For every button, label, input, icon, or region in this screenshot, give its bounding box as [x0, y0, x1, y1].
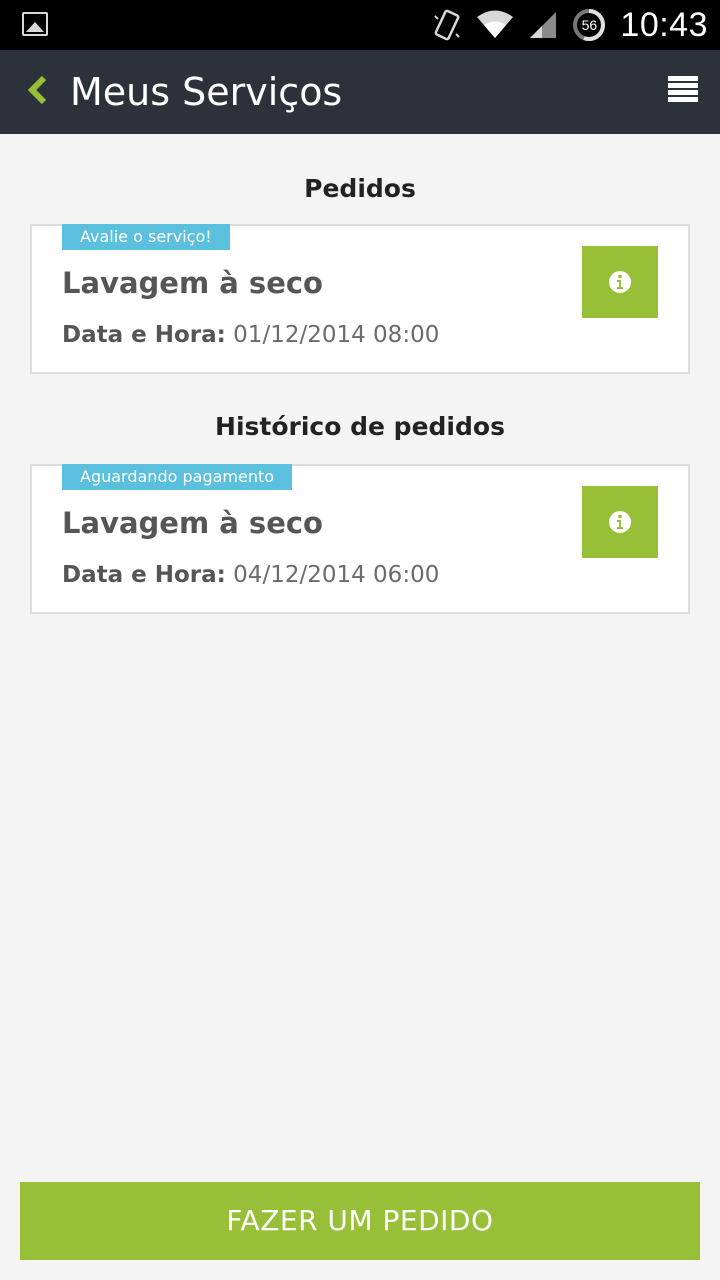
battery-icon: 56: [572, 8, 606, 42]
gallery-icon: [22, 12, 48, 36]
chevron-left-icon: [27, 75, 47, 105]
page-title: Meus Serviços: [70, 70, 343, 114]
status-badge: Avalie o serviço!: [62, 224, 230, 250]
back-button[interactable]: [18, 70, 58, 110]
make-order-button[interactable]: FAZER UM PEDIDO: [20, 1182, 700, 1260]
section-title-orders: Pedidos: [304, 174, 416, 203]
service-name: Lavagem à seco: [62, 506, 323, 540]
info-button[interactable]: [582, 486, 658, 558]
section-title-history: Histórico de pedidos: [215, 412, 505, 441]
history-card[interactable]: Aguardando pagamento Lavagem à seco Data…: [30, 464, 690, 614]
datetime-label: Data e Hora:: [62, 322, 226, 348]
battery-level: 56: [581, 17, 598, 33]
vibrate-icon: [434, 9, 461, 41]
service-name: Lavagem à seco: [62, 266, 323, 300]
signal-icon: [530, 12, 557, 38]
status-bar: 56 10:43: [0, 0, 720, 50]
datetime-value: 01/12/2014 08:00: [233, 322, 440, 348]
info-button[interactable]: [582, 246, 658, 318]
service-datetime: Data e Hora: 01/12/2014 08:00: [62, 322, 439, 348]
status-icons: 56 10:43: [432, 0, 708, 50]
status-badge: Aguardando pagamento: [62, 464, 293, 490]
service-datetime: Data e Hora: 04/12/2014 06:00: [62, 562, 439, 588]
status-time: 10:43: [620, 5, 708, 44]
app-bar: Meus Serviços: [0, 50, 720, 134]
datetime-value: 04/12/2014 06:00: [233, 562, 440, 588]
info-icon: [609, 271, 631, 293]
menu-icon: [668, 76, 702, 102]
datetime-label: Data e Hora:: [62, 562, 226, 588]
menu-button[interactable]: [668, 76, 702, 110]
info-icon: [609, 511, 631, 533]
order-card[interactable]: Avalie o serviço! Lavagem à seco Data e …: [30, 224, 690, 374]
wifi-icon: [477, 10, 514, 38]
